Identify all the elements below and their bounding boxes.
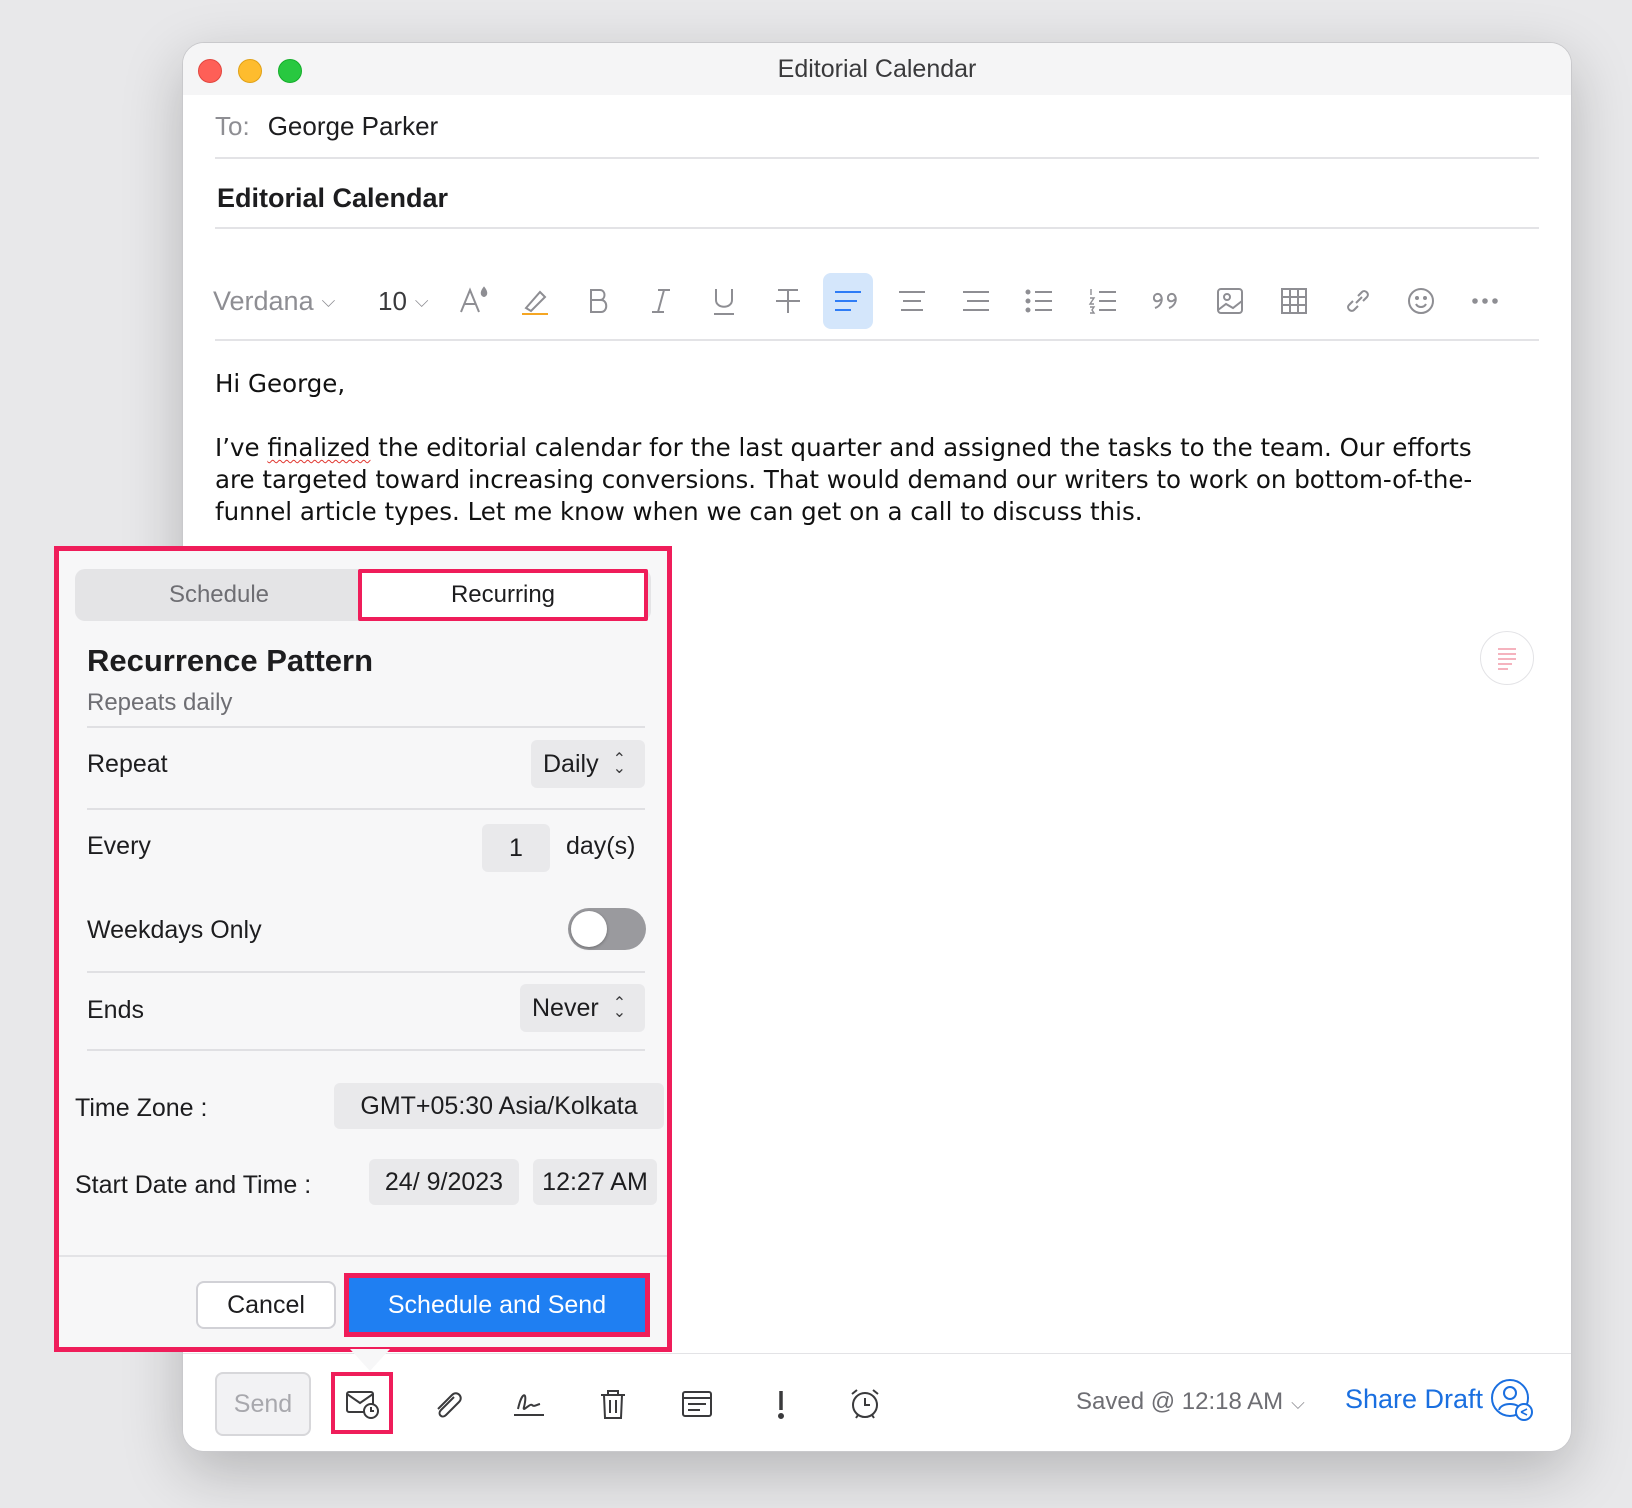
italic-icon[interactable] (636, 273, 686, 329)
start-time-field[interactable]: 12:27 AM (533, 1159, 657, 1205)
divider (59, 1255, 667, 1257)
weekdays-only-label: Weekdays Only (87, 916, 262, 944)
up-down-chevron-icon: ⌃ ⌄ (612, 751, 626, 777)
greeting: Hi George, (215, 369, 346, 398)
message-body[interactable]: Hi George, I’ve finalized the editorial … (215, 368, 1475, 528)
compose-bottom-toolbar: Send Saved @ 12:18 AM ⌵ Share Draft (183, 1353, 1571, 1451)
recurrence-pattern-title: Recurrence Pattern (87, 643, 374, 678)
ends-value: Never (532, 993, 599, 1022)
attachment-icon[interactable] (421, 1378, 473, 1430)
chevron-down-icon: ⌵ (321, 290, 336, 311)
reminder-alarm-icon[interactable] (839, 1378, 891, 1430)
recipient[interactable]: George Parker (268, 111, 439, 141)
font-size-select[interactable]: 10 ⌵ (378, 273, 444, 329)
subject-field[interactable]: Editorial Calendar (217, 183, 448, 214)
popover-pointer (350, 1349, 390, 1371)
tab-schedule[interactable]: Schedule (75, 569, 363, 621)
up-down-chevron-icon: ⌃ ⌄ (612, 995, 627, 1021)
every-label: Every (87, 832, 151, 860)
importance-icon[interactable] (755, 1378, 807, 1430)
divider (87, 1049, 645, 1051)
table-icon[interactable] (1269, 273, 1319, 329)
bold-icon[interactable] (573, 273, 623, 329)
strikethrough-icon[interactable] (763, 273, 813, 329)
repeat-select[interactable]: Daily ⌃ ⌄ (531, 740, 645, 788)
recurrence-summary: Repeats daily (87, 689, 233, 716)
more-options-icon[interactable] (1460, 273, 1510, 329)
body-paragraph: I’ve finalized the editorial calendar fo… (215, 432, 1475, 528)
chevron-down-icon: ⌵ (1291, 1393, 1305, 1413)
body-text-rest: the editorial calendar for the last quar… (215, 433, 1473, 526)
emoji-icon[interactable] (1396, 273, 1446, 329)
schedule-and-send-button[interactable]: Schedule and Send (344, 1273, 650, 1337)
window-title: Editorial Calendar (777, 55, 977, 83)
bullet-list-icon[interactable] (1014, 273, 1064, 329)
every-interval-input[interactable]: 1 (482, 824, 550, 872)
start-date-field[interactable]: 24/ 9/2023 (369, 1159, 519, 1205)
body-text-start: I’ve (215, 433, 268, 462)
to-field[interactable]: To: George Parker (215, 111, 438, 142)
tab-recurring[interactable]: Recurring (358, 569, 648, 621)
start-date-time-label: Start Date and Time : (75, 1171, 312, 1199)
schedule-mode-segmented-control: Schedule Recurring (75, 569, 651, 621)
text-style-icon[interactable] (449, 273, 499, 329)
divider (215, 227, 1539, 229)
weekdays-only-toggle[interactable] (568, 908, 646, 950)
saved-status-text: Saved @ 12:18 AM (1076, 1388, 1284, 1415)
time-zone-label: Time Zone : (75, 1094, 208, 1122)
align-right-icon[interactable] (951, 273, 1001, 329)
grammar-check-icon[interactable] (1480, 631, 1534, 685)
title-bar: Editorial Calendar (183, 43, 1571, 95)
schedule-send-icon[interactable] (331, 1372, 393, 1434)
image-icon[interactable] (1205, 273, 1255, 329)
ends-select[interactable]: Never ⌃ ⌄ (520, 984, 645, 1032)
divider (215, 339, 1539, 341)
divider (87, 808, 645, 810)
ends-label: Ends (87, 996, 144, 1024)
every-unit-label: day(s) (566, 832, 636, 860)
divider (87, 726, 645, 728)
misspelled-word[interactable]: finalized (267, 433, 370, 462)
toggle-knob (571, 911, 607, 947)
repeat-value: Daily (543, 749, 599, 778)
send-button[interactable]: Send (215, 1372, 311, 1436)
saved-status[interactable]: Saved @ 12:18 AM ⌵ (1076, 1388, 1305, 1416)
underline-icon[interactable] (699, 273, 749, 329)
time-zone-select[interactable]: GMT+05:30 Asia/Kolkata (334, 1083, 664, 1129)
divider (87, 971, 645, 973)
link-icon[interactable] (1333, 273, 1383, 329)
align-center-icon[interactable] (887, 273, 937, 329)
signature-icon[interactable] (503, 1378, 555, 1430)
highlight-icon[interactable] (510, 273, 560, 329)
font-size-value: 10 (378, 285, 407, 316)
share-draft-icon[interactable] (1490, 1378, 1534, 1422)
recurring-schedule-popover: Schedule Recurring Recurrence Pattern Re… (54, 546, 672, 1352)
repeat-label: Repeat (87, 750, 168, 778)
chevron-down-icon: ⌵ (414, 290, 429, 311)
align-left-icon[interactable] (823, 273, 873, 329)
numbered-list-icon[interactable] (1078, 273, 1128, 329)
trash-icon[interactable] (587, 1378, 639, 1430)
font-family-select[interactable]: Verdana ⌵ (213, 273, 353, 329)
cancel-button[interactable]: Cancel (196, 1281, 336, 1329)
quote-icon[interactable] (1141, 273, 1191, 329)
to-label: To: (215, 111, 250, 141)
divider (215, 157, 1539, 159)
share-draft-button[interactable]: Share Draft (1345, 1384, 1483, 1415)
template-icon[interactable] (671, 1378, 723, 1430)
font-family-value: Verdana (213, 285, 314, 316)
